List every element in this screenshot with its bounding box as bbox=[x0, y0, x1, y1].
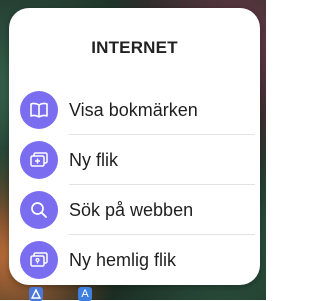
dock-app-icon[interactable]: A bbox=[78, 287, 92, 301]
bookmarks-icon bbox=[20, 91, 58, 129]
menu-item-label: Ny hemlig flik bbox=[69, 250, 177, 270]
menu-item-search-web[interactable]: Sök på webben bbox=[9, 186, 260, 234]
menu-item-label: Ny flik bbox=[69, 150, 118, 170]
new-tab-icon bbox=[20, 141, 58, 179]
dock-app-icon[interactable] bbox=[29, 287, 43, 301]
menu-item-label: Sök på webben bbox=[69, 200, 194, 220]
internet-shortcut-popup: INTERNET Visa bokmärken Ny flik Sök på w… bbox=[9, 8, 260, 285]
menu-item-new-secret-tab[interactable]: Ny hemlig flik bbox=[9, 236, 260, 284]
letter-a-icon: A bbox=[81, 288, 89, 300]
search-icon bbox=[20, 191, 58, 229]
divider bbox=[69, 184, 255, 185]
secret-tab-icon bbox=[20, 241, 58, 279]
popup-title: INTERNET bbox=[91, 38, 178, 57]
divider bbox=[69, 234, 255, 235]
menu-item-label: Visa bokmärken bbox=[69, 100, 198, 120]
menu-item-new-tab[interactable]: Ny flik bbox=[9, 136, 260, 184]
triangle-icon bbox=[30, 288, 42, 299]
divider bbox=[69, 134, 255, 135]
menu-item-show-bookmarks[interactable]: Visa bokmärken bbox=[9, 86, 260, 134]
